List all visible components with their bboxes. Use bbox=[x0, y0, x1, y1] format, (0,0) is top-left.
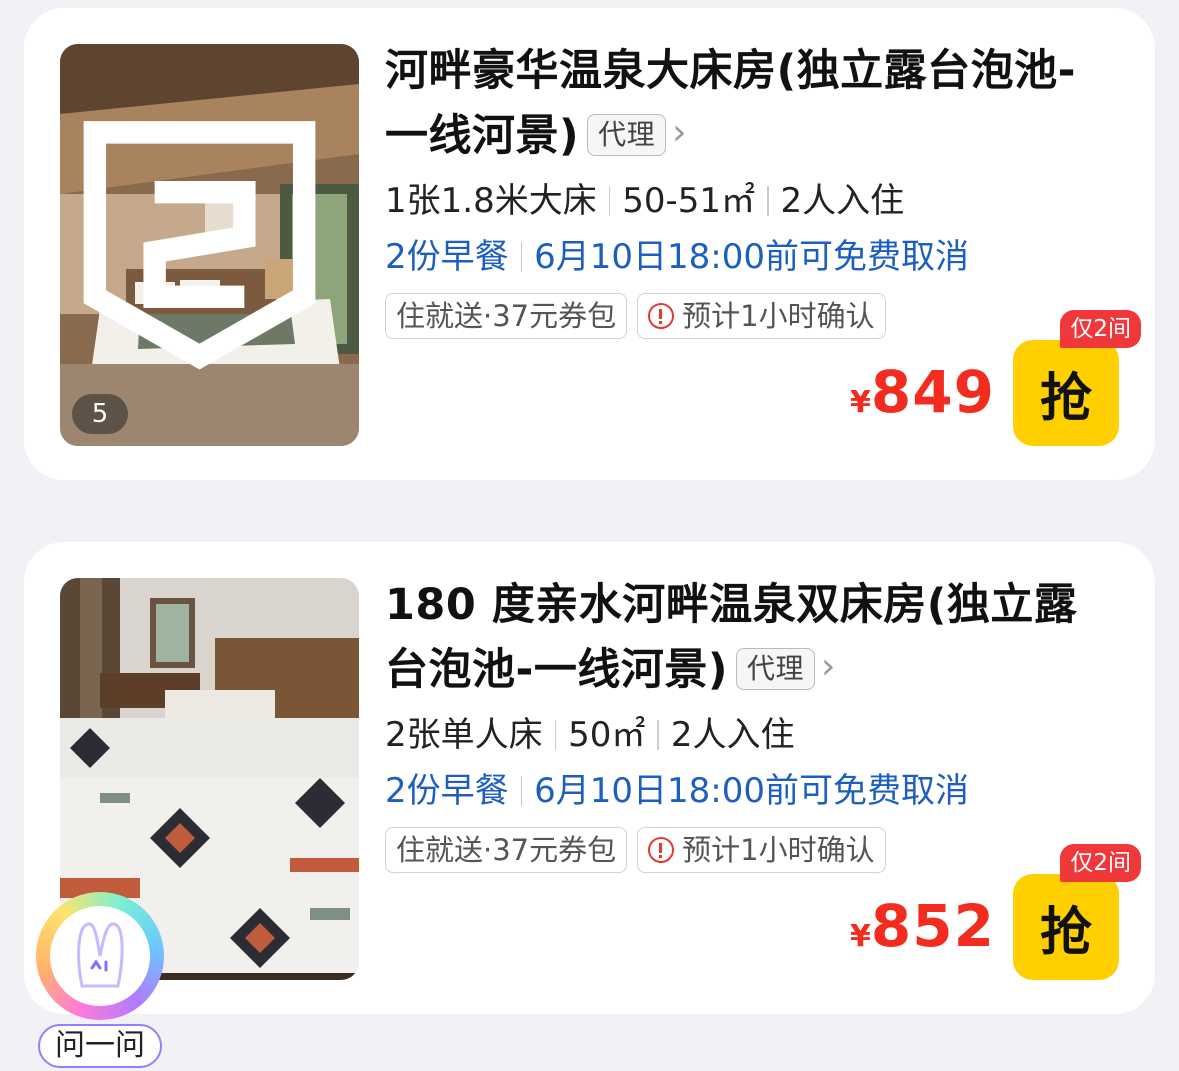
assistant-bunny-icon bbox=[77, 922, 124, 988]
divider bbox=[608, 186, 611, 216]
room-card[interactable]: 5 河畔豪华温泉大床房(独立露台泡池-一线河景) 代理 › 1张1.8米大床 50-5… bbox=[24, 8, 1155, 480]
bed-type: 2张单人床 bbox=[385, 715, 543, 755]
cancel-policy: 6月10日18:00前可免费取消 bbox=[534, 237, 970, 277]
confirm-tag: 预计1小时确认 bbox=[637, 827, 886, 873]
price-value: 849 bbox=[870, 358, 995, 426]
coupon-tag-text: 住就送·37元券包 bbox=[396, 833, 617, 867]
room-info: 河畔豪华温泉大床房(独立露台泡池-一线河景) 代理 › 1张1.8米大床 50-51㎡… bbox=[385, 40, 1131, 339]
room-price: ¥852 bbox=[850, 892, 995, 960]
confirm-tag: 预计1小时确认 bbox=[637, 293, 886, 339]
book-button[interactable]: 抢 bbox=[1013, 874, 1119, 980]
agent-tag: 代理 bbox=[736, 648, 816, 690]
price-area: ¥849 抢 仅2间 bbox=[850, 310, 1141, 446]
agent-tag: 代理 bbox=[587, 114, 667, 156]
currency-symbol: ¥ bbox=[850, 385, 871, 420]
vr-tour-icon[interactable] bbox=[60, 44, 349, 438]
room-tags: 住就送·37元券包 预计1小时确认 bbox=[385, 293, 1131, 339]
room-card[interactable]: 180 度亲水河畔温泉双床房(独立露台泡池-一线河景) 代理 › 2张单人床 50㎡ 2… bbox=[24, 542, 1155, 1014]
room-title[interactable]: 河畔豪华温泉大床房(独立露台泡池-一线河景) 代理 › bbox=[385, 40, 1095, 167]
occupancy: 2人入住 bbox=[780, 181, 905, 221]
occupancy: 2人入住 bbox=[670, 715, 795, 755]
chevron-right-icon[interactable]: › bbox=[672, 102, 687, 164]
room-tags: 住就送·37元券包 预计1小时确认 bbox=[385, 827, 1131, 873]
ask-assistant[interactable]: 问一问 bbox=[36, 892, 164, 1071]
divider bbox=[520, 776, 523, 806]
cancel-policy: 6月10日18:00前可免费取消 bbox=[534, 771, 970, 811]
confirm-tag-text: 预计1小时确认 bbox=[682, 833, 875, 867]
coupon-tag-text: 住就送·37元券包 bbox=[396, 299, 617, 333]
warning-icon bbox=[648, 837, 675, 863]
buy-wrapper: 抢 仅2间 bbox=[1013, 844, 1141, 980]
divider bbox=[520, 242, 523, 272]
breakfast: 2份早餐 bbox=[385, 771, 509, 811]
divider bbox=[657, 720, 659, 750]
book-button[interactable]: 抢 bbox=[1013, 340, 1119, 446]
coupon-tag: 住就送·37元券包 bbox=[385, 827, 628, 873]
divider bbox=[554, 720, 557, 750]
assistant-label[interactable]: 问一问 bbox=[38, 1024, 162, 1068]
price-value: 852 bbox=[870, 892, 995, 960]
room-photo[interactable]: 5 bbox=[60, 44, 359, 446]
room-perks: 2份早餐 6月10日18:00前可免费取消 bbox=[385, 767, 1131, 815]
chevron-right-icon[interactable]: › bbox=[821, 636, 836, 698]
room-area: 50㎡ bbox=[568, 715, 646, 755]
stock-badge: 仅2间 bbox=[1060, 844, 1141, 882]
room-price: ¥849 bbox=[850, 358, 995, 426]
price-area: ¥852 抢 仅2间 bbox=[850, 844, 1141, 980]
room-area: 50-51㎡ bbox=[622, 181, 755, 221]
room-title-text[interactable]: 河畔豪华温泉大床房(独立露台泡池-一线河景) bbox=[385, 46, 1076, 161]
coupon-tag: 住就送·37元券包 bbox=[385, 293, 628, 339]
room-info: 180 度亲水河畔温泉双床房(独立露台泡池-一线河景) 代理 › 2张单人床 50㎡ 2… bbox=[385, 574, 1131, 873]
warning-icon bbox=[648, 303, 675, 329]
bed-type: 1张1.8米大床 bbox=[385, 181, 597, 221]
room-perks: 2份早餐 6月10日18:00前可免费取消 bbox=[385, 233, 1131, 281]
room-title-text[interactable]: 180 度亲水河畔温泉双床房(独立露台泡池-一线河景) bbox=[385, 580, 1077, 695]
breakfast: 2份早餐 bbox=[385, 237, 509, 277]
confirm-tag-text: 预计1小时确认 bbox=[682, 299, 875, 333]
room-specs: 1张1.8米大床 50-51㎡ 2人入住 bbox=[385, 177, 1131, 225]
room-specs: 2张单人床 50㎡ 2人入住 bbox=[385, 711, 1131, 759]
currency-symbol: ¥ bbox=[850, 919, 871, 954]
stock-badge: 仅2间 bbox=[1060, 310, 1141, 348]
buy-wrapper: 抢 仅2间 bbox=[1013, 310, 1141, 446]
room-title[interactable]: 180 度亲水河畔温泉双床房(独立露台泡池-一线河景) 代理 › bbox=[385, 574, 1095, 701]
divider bbox=[767, 186, 769, 216]
